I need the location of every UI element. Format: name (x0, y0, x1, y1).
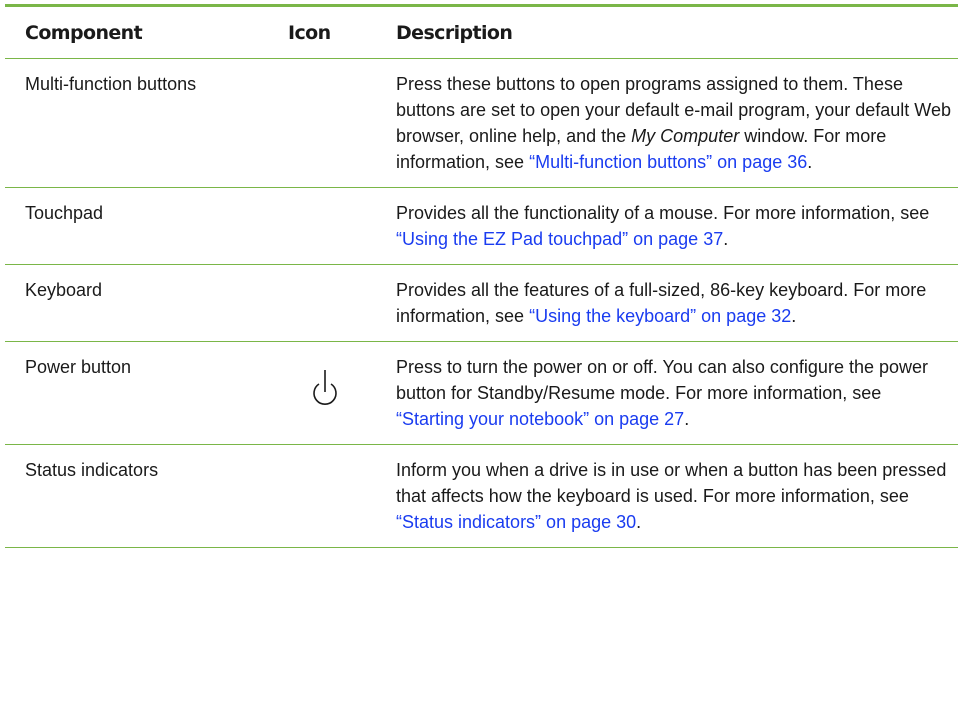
component-description: Press to turn the power on or off. You c… (396, 357, 929, 429)
table-bottom-rule (5, 547, 958, 548)
component-name: Status indicators (25, 460, 159, 480)
component-name: Keyboard (25, 280, 103, 300)
component-name: Touchpad (25, 203, 104, 223)
table-row: Touchpad Provides all the functionality … (5, 188, 958, 264)
component-table: Component Icon Description Multi-functio… (5, 4, 958, 548)
table-row: Power button Press to turn the power on … (5, 342, 958, 444)
component-description: Provides all the functionality of a mous… (396, 203, 930, 249)
component-name: Power button (25, 357, 132, 377)
cross-reference-link[interactable]: “Using the keyboard” on page 32 (529, 306, 791, 326)
header-icon: Icon (288, 21, 331, 44)
component-name: Multi-function buttons (25, 74, 197, 94)
cross-reference-link[interactable]: “Multi-function buttons” on page 36 (529, 152, 807, 172)
table-row: Status indicators Inform you when a driv… (5, 445, 958, 547)
header-component: Component (25, 21, 143, 44)
component-description: Press these buttons to open programs ass… (396, 74, 951, 172)
table-header: Component Icon Description (5, 7, 958, 58)
emphasis-text: My Computer (631, 126, 740, 146)
cross-reference-link[interactable]: “Using the EZ Pad touchpad” on page 37 (396, 229, 723, 249)
header-description: Description (396, 21, 513, 44)
component-description: Provides all the features of a full-size… (396, 280, 927, 326)
table-row: Multi-function buttons Press these butto… (5, 59, 958, 187)
table-row: Keyboard Provides all the features of a … (5, 265, 958, 341)
power-icon (313, 370, 337, 405)
component-description: Inform you when a drive is in use or whe… (396, 460, 947, 532)
cross-reference-link[interactable]: “Status indicators” on page 30 (396, 512, 636, 532)
cross-reference-link[interactable]: “Starting your notebook” on page 27 (396, 409, 684, 429)
